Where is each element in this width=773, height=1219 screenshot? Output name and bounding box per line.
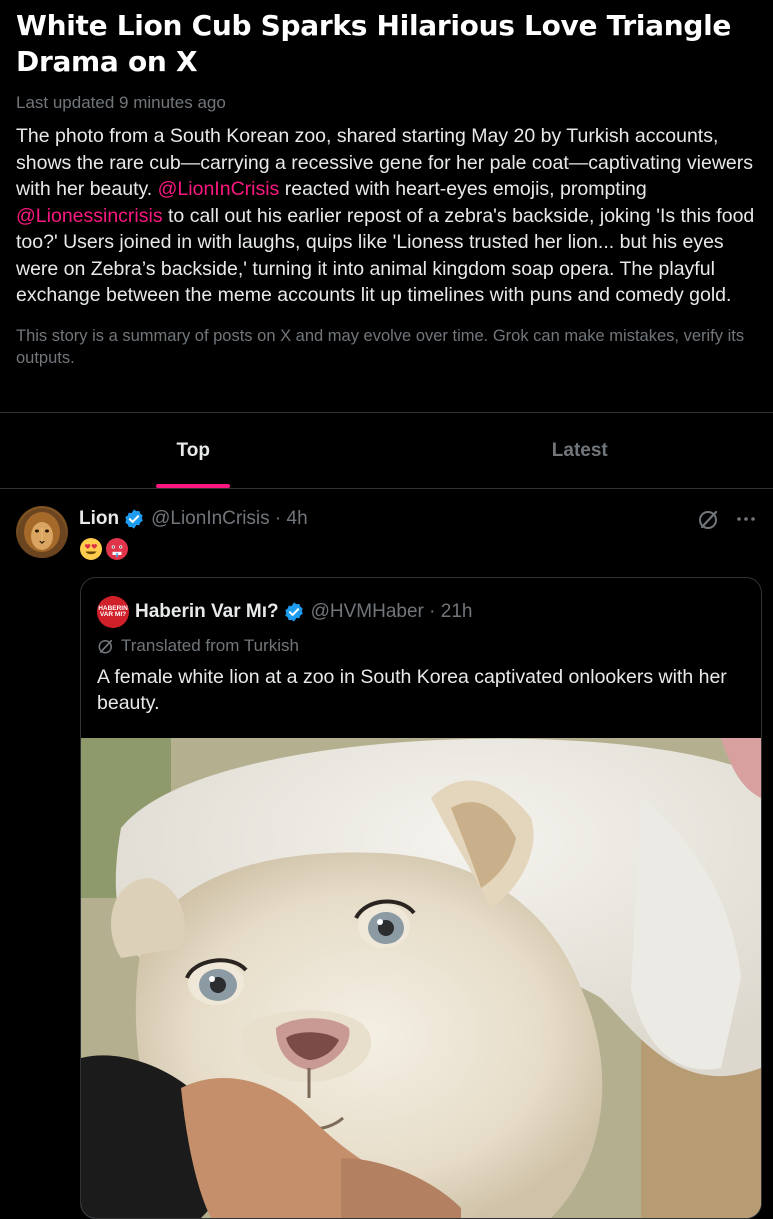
hot-face-emoji-icon [105,537,129,561]
story-summary: The photo from a South Korean zoo, share… [16,123,757,309]
tab-bar: Top Latest [0,413,773,489]
translated-label: Translated from Turkish [97,636,299,656]
quoted-post[interactable]: HABERIN VAR MI? Haberin Var Mı? @HVMHabe… [80,577,762,1219]
story-section: White Lion Cub Sparks Hilarious Love Tri… [0,0,773,369]
active-tab-indicator [156,484,230,488]
story-title: White Lion Cub Sparks Hilarious Love Tri… [16,8,757,80]
summary-text: reacted with heart-eyes emojis, promptin… [279,178,646,200]
grok-icon[interactable] [697,507,721,531]
white-lion-image [81,738,761,1218]
post-actions [697,507,757,531]
quoted-avatar[interactable]: HABERIN VAR MI? [97,596,129,628]
post-text [79,537,129,561]
post-header: Lion @LionInCrisis · 4h [79,507,308,531]
heart-eyes-emoji-icon [79,537,103,561]
disclaimer: This story is a summary of posts on X an… [16,325,757,369]
tab-latest[interactable]: Latest [387,413,773,488]
mention-link[interactable]: @Lionessincrisis [16,205,163,227]
author-handle-time[interactable]: @LionInCrisis · 4h [151,507,308,531]
quoted-handle-time[interactable]: @HVMHaber · 21h [311,601,473,623]
quoted-post-text: A female white lion at a zoo in South Ko… [97,664,731,716]
avatar[interactable] [16,506,68,558]
tab-label: Latest [552,440,608,462]
lion-photo[interactable] [81,738,761,1218]
verified-badge-icon [123,508,145,530]
mention-link[interactable]: @LionInCrisis [158,178,280,200]
lion-avatar-image [16,506,68,558]
last-updated: Last updated 9 minutes ago [16,92,757,114]
quoted-author-name[interactable]: Haberin Var Mı? [135,601,279,623]
author-name[interactable]: Lion [79,507,119,531]
quoted-post-header: HABERIN VAR MI? Haberin Var Mı? @HVMHabe… [97,596,472,628]
verified-badge-icon [283,601,305,623]
translated-text: Translated from Turkish [121,636,299,656]
tab-label: Top [177,440,210,462]
tab-top[interactable]: Top [0,413,387,488]
more-icon[interactable] [735,508,757,530]
post[interactable]: Lion @LionInCrisis · 4h [0,489,773,1200]
grok-icon [97,637,115,655]
